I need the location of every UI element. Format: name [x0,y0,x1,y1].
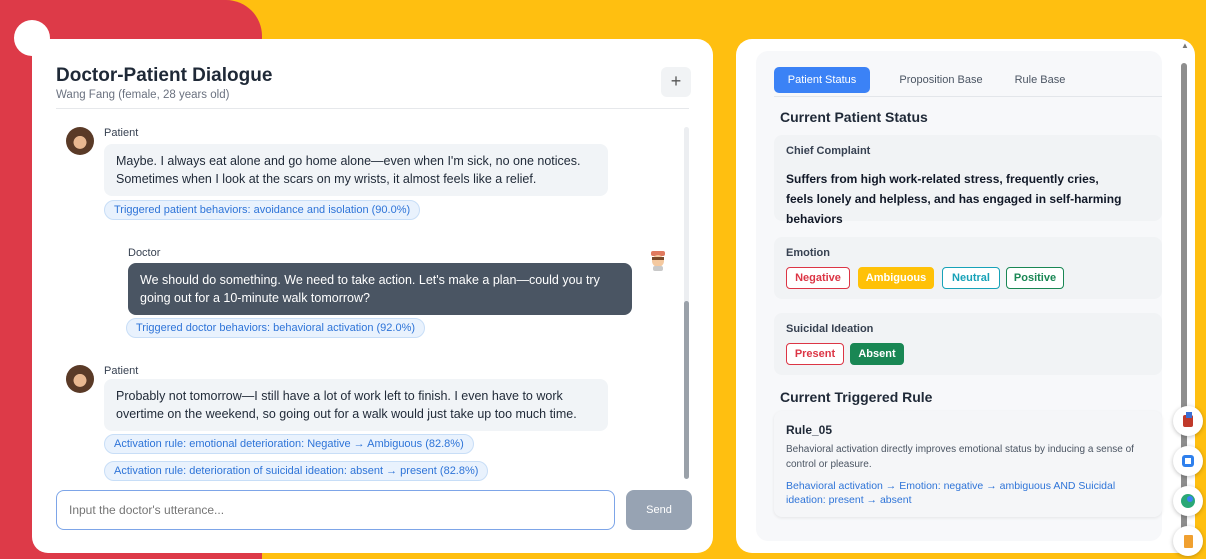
emotion-positive: Positive [1006,267,1064,289]
emotion-box: Emotion Negative Ambiguous Neutral Posit… [774,237,1162,299]
emotion-ambiguous: Ambiguous [858,267,934,289]
page-title: Doctor-Patient Dialogue [56,65,273,86]
patient-avatar [66,127,94,155]
suicidal-present: Present [786,343,844,365]
patient-avatar [66,365,94,393]
emotion-negative: Negative [786,267,850,289]
suicidal-absent: Absent [850,343,904,365]
patient-subtitle: Wang Fang (female, 28 years old) [56,89,230,101]
send-button[interactable]: Send [626,490,692,530]
status-panel: ▲ Patient Status Proposition Base Rule B… [736,39,1195,553]
behavior-tag: Triggered patient behaviors: avoidance a… [104,200,421,220]
tab-rule-base[interactable]: Rule Base [1000,67,1080,93]
patient-message-bubble: Maybe. I always eat alone and go home al… [104,144,608,196]
chief-complaint-label: Chief Complaint [786,145,871,157]
emotion-neutral: Neutral [942,267,1000,289]
floating-tool-4-icon[interactable] [1173,526,1203,556]
message-sender: Doctor [128,247,161,259]
tab-patient-status[interactable]: Patient Status [774,67,870,93]
message-sender: Patient [104,365,139,377]
chief-complaint-text: Suffers from high work-related stress, f… [786,172,1122,226]
doctor-utterance-input[interactable] [56,490,615,530]
doctor-message-bubble: We should do something. We need to take … [128,263,632,315]
tabs-divider [774,96,1162,97]
doctor-avatar-icon [651,251,665,271]
header-divider [56,108,689,109]
emotion-label: Emotion [786,247,830,259]
message-list[interactable]: Patient Maybe. I always eat alone and go… [32,111,713,483]
rule-description: Behavioral activation directly improves … [786,444,1134,470]
current-patient-status-heading: Current Patient Status [780,109,928,125]
doctor-avatar [644,247,672,275]
suicidal-ideation-label: Suicidal Ideation [786,323,874,335]
dialogue-panel: Doctor-Patient Dialogue Wang Fang (femal… [32,39,713,553]
suicidal-ideation-box: Suicidal Ideation Present Absent [774,313,1162,375]
floating-tool-1-icon[interactable] [1173,406,1203,436]
patient-message-bubble: Probably not tomorrow—I still have a lot… [104,379,608,431]
activation-rule-tag: Activation rule: deterioration of suicid… [104,461,489,481]
floating-tool-2-icon[interactable] [1173,446,1203,476]
activation-rule-tag: Activation rule: emotional deterioration… [104,434,474,454]
rule-name: Rule_05 [786,423,833,437]
floating-tool-3-icon[interactable] [1173,486,1203,516]
new-dialogue-button[interactable]: + [661,67,691,97]
tab-proposition-base[interactable]: Proposition Base [886,67,996,93]
message-sender: Patient [104,127,139,139]
triggered-rule-box: Rule_05 Behavioral activation directly i… [774,411,1162,517]
chat-scrollbar-thumb[interactable] [684,301,689,479]
behavior-tag: Triggered doctor behaviors: behavioral a… [126,318,426,338]
current-triggered-rule-heading: Current Triggered Rule [780,389,933,405]
chief-complaint-box: Chief Complaint Suffers from high work-r… [774,135,1162,226]
rule-expression: Behavioral activation → Emotion: negativ… [786,480,1116,506]
scroll-up-arrow-icon[interactable]: ▲ [1181,41,1189,50]
status-card: Patient Status Proposition Base Rule Bas… [756,51,1162,541]
